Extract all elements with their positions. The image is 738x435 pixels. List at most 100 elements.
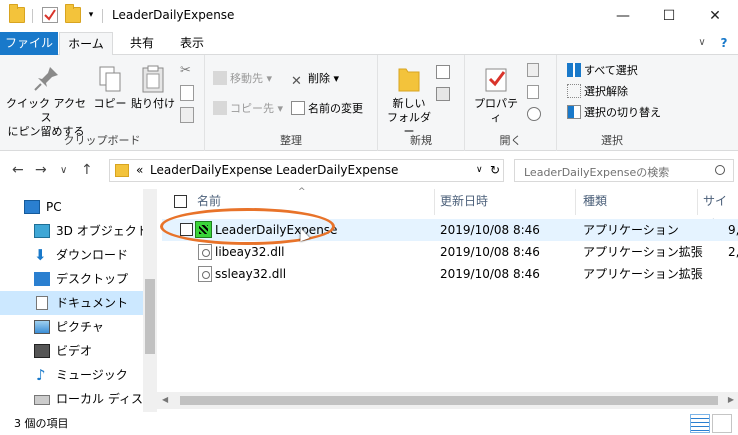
- select-all-checkbox[interactable]: [174, 195, 187, 208]
- sidebar-item-desktop[interactable]: デスクトップ: [0, 267, 143, 291]
- properties-button[interactable]: プロパティ: [469, 63, 523, 125]
- file-type: アプリケーション: [583, 223, 679, 237]
- sidebar-item-pc[interactable]: PC: [0, 195, 143, 219]
- sidebar-item-3d-objects[interactable]: 3D オブジェクト: [0, 219, 143, 243]
- select-none-icon: [567, 84, 581, 98]
- move-to-label: 移動先: [230, 72, 263, 85]
- delete-button[interactable]: ✕ 削除 ▾: [291, 69, 339, 89]
- help-icon[interactable]: ?: [716, 32, 732, 55]
- tab-share[interactable]: 共有: [120, 32, 164, 55]
- delete-label: 削除: [308, 72, 330, 85]
- column-divider[interactable]: [434, 189, 435, 215]
- search-input[interactable]: LeaderDailyExpenseの検索: [524, 164, 669, 180]
- properties-check-icon[interactable]: [42, 7, 58, 23]
- address-bar[interactable]: « LeaderDailyExpense › LeaderDailyExpens…: [109, 159, 504, 182]
- table-row[interactable]: ssleay32.dll 2019/10/08 8:46 アプリケーション拡張: [162, 263, 738, 285]
- forward-button[interactable]: →: [35, 162, 47, 178]
- navigation-pane: PC 3D オブジェクト ⬇ ダウンロード デスクトップ ドキュメント ピクチャ…: [0, 189, 157, 412]
- sidebar-item-documents[interactable]: ドキュメント: [0, 291, 143, 315]
- column-divider[interactable]: [697, 189, 698, 215]
- customize-qat-icon[interactable]: ▾: [86, 7, 96, 23]
- invert-selection-button[interactable]: 選択の切り替え: [567, 103, 661, 123]
- pin-icon: [30, 63, 62, 95]
- close-button[interactable]: ✕: [692, 0, 738, 32]
- maximize-button[interactable]: ☐: [646, 0, 692, 32]
- copy-button[interactable]: コピー: [92, 63, 128, 111]
- open-group: プロパティ 開く: [465, 55, 557, 151]
- new-item-icon[interactable]: [436, 65, 450, 79]
- address-folder-icon: [115, 164, 129, 177]
- new-folder-quick-icon[interactable]: [65, 4, 81, 23]
- paste-shortcut-icon[interactable]: [180, 107, 194, 123]
- column-header-size[interactable]: サイズ: [703, 189, 738, 232]
- select-none-button[interactable]: 選択解除: [567, 82, 628, 102]
- cube-icon: [34, 224, 50, 238]
- column-divider[interactable]: [575, 189, 576, 215]
- new-folder-button[interactable]: 新しい フォルダー: [384, 63, 434, 139]
- sidebar-item-label: ミュージック: [56, 368, 128, 382]
- tab-view[interactable]: 表示: [170, 32, 214, 55]
- breadcrumb-item[interactable]: LeaderDailyExpense: [276, 163, 398, 177]
- address-dropdown-button[interactable]: ∨: [476, 165, 483, 175]
- dll-icon: [198, 266, 212, 282]
- paste-button[interactable]: 貼り付け: [130, 63, 176, 111]
- paste-icon: [137, 63, 169, 95]
- search-icon: [715, 165, 725, 175]
- select-all-button[interactable]: すべて選択: [567, 61, 638, 81]
- column-header-date[interactable]: 更新日時: [440, 189, 488, 215]
- minimize-button[interactable]: —: [600, 0, 646, 32]
- back-button[interactable]: ←: [12, 162, 24, 178]
- copy-to-label: コピー先: [230, 102, 274, 115]
- new-group: 新しい フォルダー 新規: [378, 55, 465, 151]
- horizontal-scroll-thumb[interactable]: [180, 396, 718, 405]
- desktop-icon: [34, 272, 50, 286]
- collapse-ribbon-button[interactable]: ∨: [694, 32, 710, 55]
- details-view-button[interactable]: [690, 414, 710, 433]
- scroll-left-arrow[interactable]: ◀: [162, 395, 168, 404]
- breadcrumb-separator[interactable]: ›: [263, 163, 268, 177]
- scroll-right-arrow[interactable]: ▶: [728, 395, 734, 404]
- address-overflow[interactable]: «: [136, 163, 143, 177]
- copy-to-button[interactable]: コピー先 ▾: [213, 99, 283, 119]
- sidebar-item-videos[interactable]: ビデオ: [0, 339, 143, 363]
- rename-icon: [291, 101, 305, 115]
- tab-file[interactable]: ファイル: [0, 32, 58, 55]
- breadcrumb-item[interactable]: LeaderDailyExpense: [150, 163, 272, 177]
- select-all-label: すべて選択: [584, 64, 638, 77]
- pin-quick-access-button[interactable]: クイック アクセス にピン留めする: [4, 63, 88, 139]
- move-to-button[interactable]: 移動先 ▾: [213, 69, 272, 89]
- edit-icon[interactable]: [527, 85, 539, 99]
- sidebar-item-label: ビデオ: [56, 344, 93, 358]
- refresh-button[interactable]: ↻: [490, 163, 500, 177]
- sidebar-item-local-disk[interactable]: ローカル ディスク (C: [0, 387, 143, 411]
- cut-icon[interactable]: ✂: [180, 63, 196, 79]
- select-group: すべて選択 選択解除 選択の切り替え 選択: [557, 55, 667, 151]
- tab-home[interactable]: ホーム: [59, 32, 113, 56]
- history-icon[interactable]: [527, 107, 541, 121]
- sidebar-item-label: 3D オブジェクト: [56, 224, 143, 238]
- properties-icon: [480, 63, 512, 95]
- sidebar-item-music[interactable]: ♪ ミュージック: [0, 363, 143, 387]
- item-count: 3 個の項目: [14, 417, 69, 430]
- rename-button[interactable]: 名前の変更: [291, 99, 363, 119]
- sidebar-scroll-thumb[interactable]: [145, 279, 155, 354]
- easy-access-icon[interactable]: [436, 87, 450, 101]
- new-folder-icon: [393, 63, 425, 95]
- sidebar-item-downloads[interactable]: ⬇ ダウンロード: [0, 243, 143, 267]
- download-arrow-icon: ⬇: [34, 246, 47, 264]
- sidebar-scrollbar[interactable]: [143, 189, 157, 412]
- column-header-type[interactable]: 種類: [583, 189, 607, 215]
- clipboard-group: クイック アクセス にピン留めする コピー 貼り付け ✂ クリップボード: [0, 55, 205, 151]
- up-button[interactable]: ↑: [81, 162, 93, 178]
- open-icon[interactable]: [527, 63, 539, 77]
- recent-locations-button[interactable]: ∨: [60, 165, 67, 176]
- large-icons-view-button[interactable]: [712, 414, 732, 433]
- rename-label: 名前の変更: [308, 102, 363, 115]
- copy-path-icon[interactable]: [180, 85, 194, 101]
- search-box[interactable]: LeaderDailyExpenseの検索: [514, 159, 734, 182]
- select-none-label: 選択解除: [584, 85, 628, 98]
- film-icon: [34, 344, 50, 358]
- sidebar-item-pictures[interactable]: ピクチャ: [0, 315, 143, 339]
- horizontal-scrollbar[interactable]: ◀ ▶: [157, 392, 738, 409]
- sidebar-item-label: ドキュメント: [56, 296, 129, 310]
